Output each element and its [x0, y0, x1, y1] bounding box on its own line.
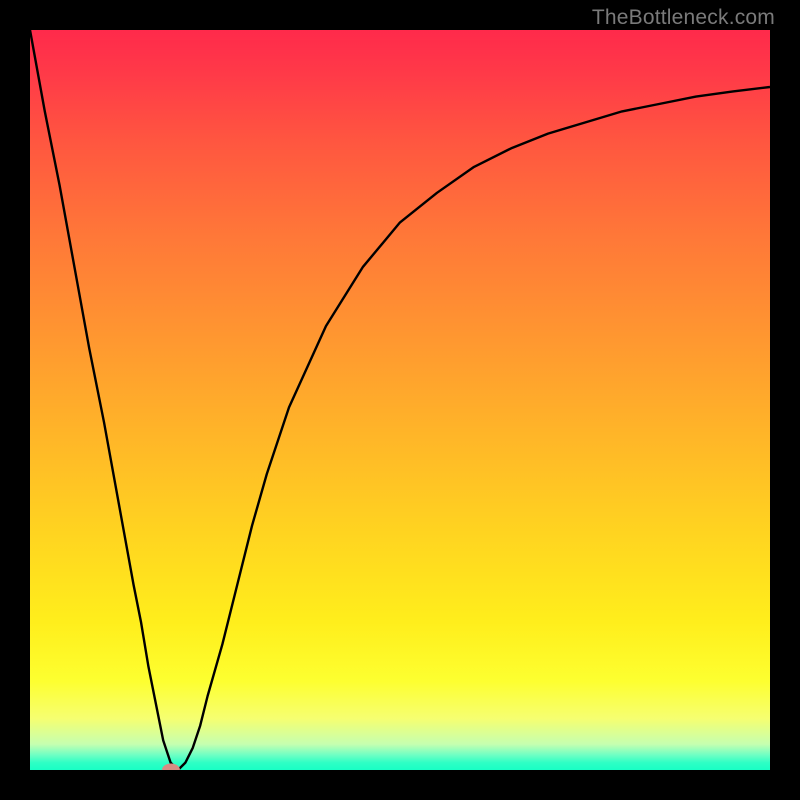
- watermark-text: TheBottleneck.com: [592, 6, 775, 30]
- bottleneck-curve-svg: [30, 30, 770, 770]
- bottleneck-curve: [30, 30, 770, 770]
- chart-frame: TheBottleneck.com: [0, 0, 800, 800]
- minimum-marker: [162, 764, 180, 771]
- plot-area: [30, 30, 770, 770]
